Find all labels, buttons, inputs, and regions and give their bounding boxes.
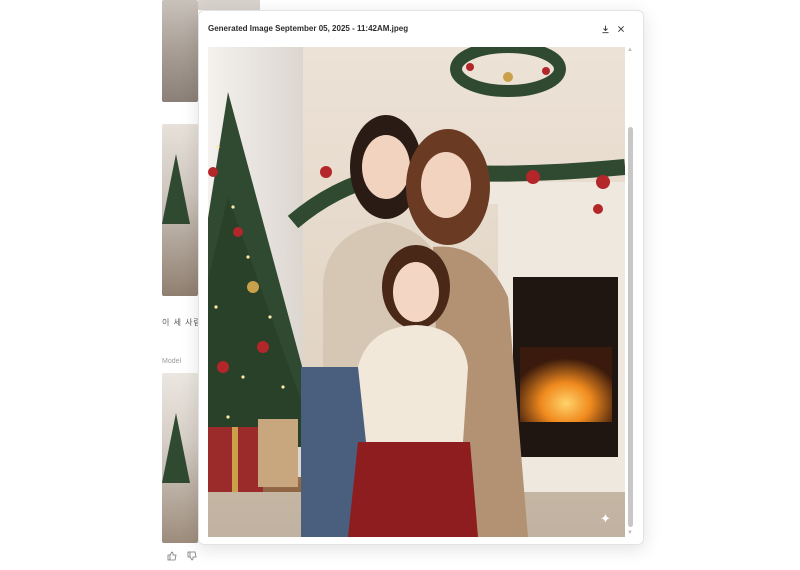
download-icon — [601, 24, 609, 33]
image-thumbnail[interactable] — [162, 124, 198, 296]
scroll-up-arrow[interactable]: ▲ — [627, 47, 633, 53]
scrollbar-thumb[interactable] — [628, 127, 633, 527]
image-thumbnail[interactable] — [162, 0, 198, 102]
image-preview-modal: Generated Image September 05, 2025 - 11:… — [198, 10, 644, 545]
tree-shape — [162, 413, 190, 483]
thumbs-down-icon[interactable] — [186, 550, 198, 562]
image-filename: Generated Image September 05, 2025 - 11:… — [208, 24, 409, 33]
close-icon — [618, 26, 624, 32]
download-button[interactable] — [599, 23, 611, 35]
tree-shape — [162, 154, 190, 224]
close-button[interactable] — [615, 23, 627, 35]
image-thumbnail-edge — [198, 0, 260, 10]
message-actions — [166, 550, 198, 562]
thumbs-up-icon[interactable] — [166, 550, 178, 562]
image-thumbnail[interactable] — [162, 373, 198, 543]
model-label: Model — [162, 358, 182, 365]
scroll-down-arrow[interactable]: ▼ — [627, 530, 633, 536]
generated-image: ✦ — [208, 47, 625, 537]
photo-illustration — [208, 47, 625, 537]
sparkle-icon: ✦ — [600, 512, 611, 527]
